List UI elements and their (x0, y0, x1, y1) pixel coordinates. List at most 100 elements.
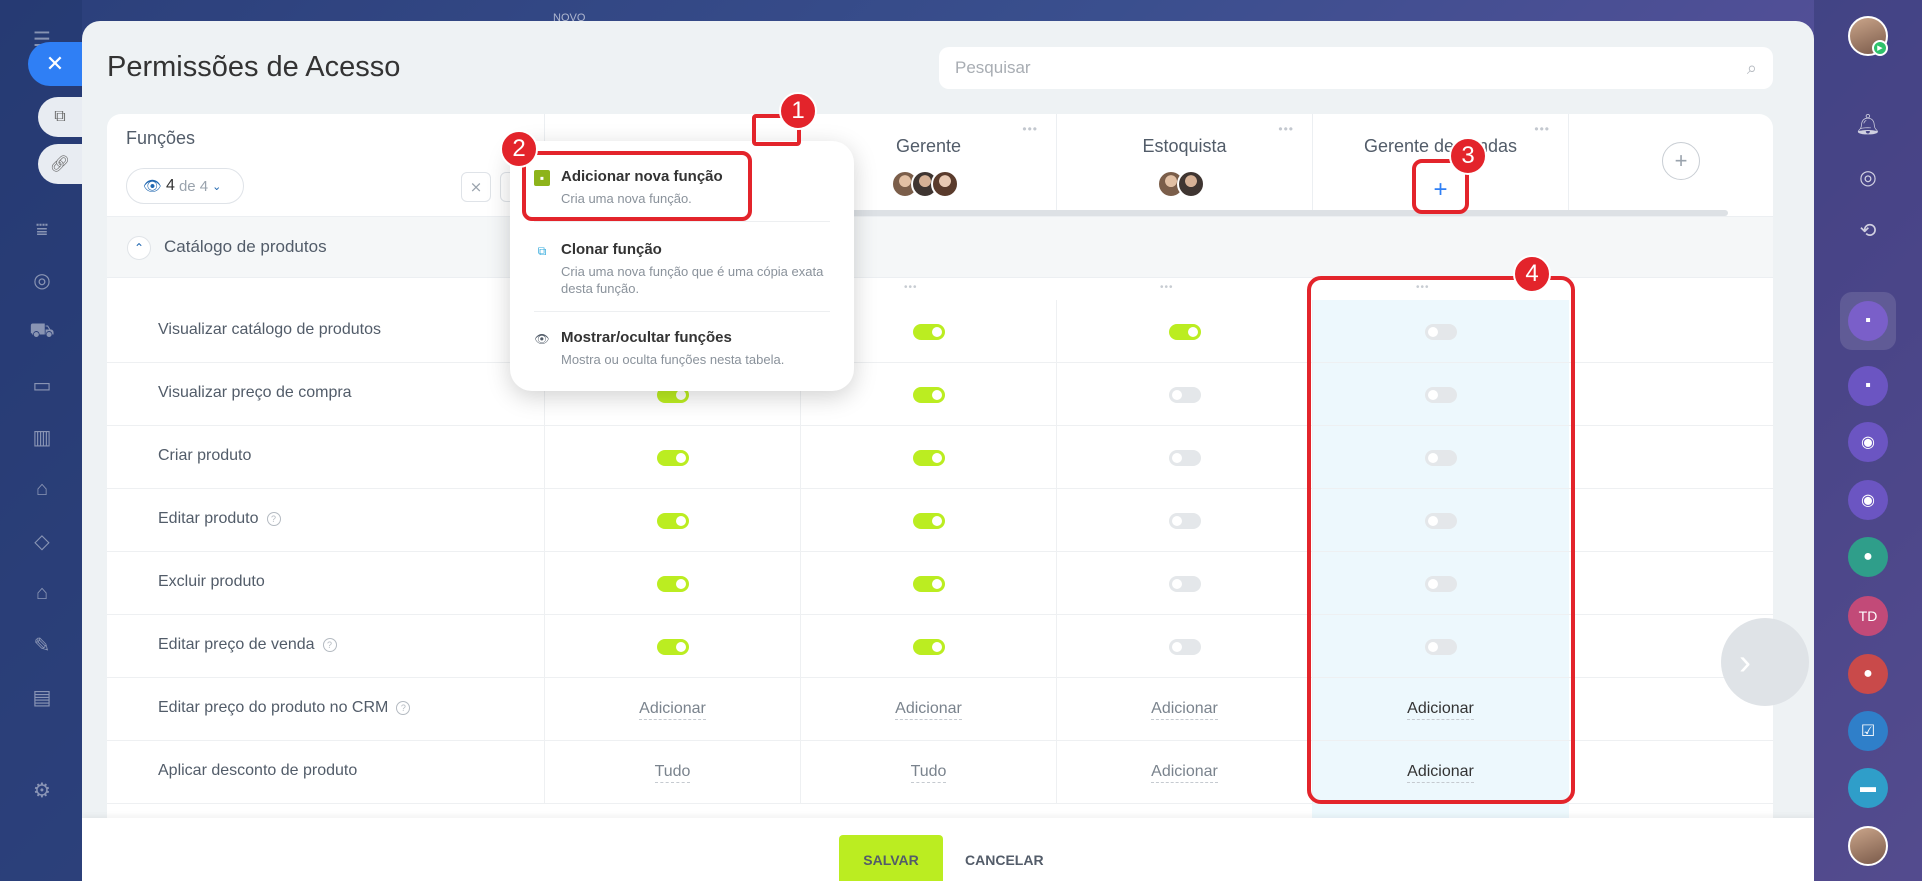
user-avatar[interactable] (1848, 826, 1888, 866)
permission-label: Visualizar preço de compra (158, 384, 352, 402)
close-slider-button[interactable]: ✕ (28, 42, 82, 86)
target-icon[interactable]: ◎ (27, 265, 57, 295)
permission-toggle[interactable] (1168, 575, 1201, 592)
permission-toggle[interactable] (912, 323, 945, 340)
card-icon[interactable]: ▭ (27, 370, 57, 400)
permission-value-link[interactable]: Tudo (654, 763, 691, 783)
more-icon[interactable]: ••• (904, 282, 918, 293)
permission-cell (544, 552, 800, 615)
edit-icon[interactable]: ✎ (27, 630, 57, 660)
document-icon[interactable]: ▤ (27, 682, 57, 712)
chart-circle-icon[interactable]: ◉ (1848, 422, 1888, 462)
permission-toggle[interactable] (656, 638, 689, 655)
help-icon[interactable]: ? (396, 701, 411, 715)
permission-toggle[interactable] (656, 575, 689, 592)
permission-label-text: Visualizar catálogo de produtos (158, 321, 381, 338)
filter-icon[interactable]: ⩸ (27, 215, 57, 245)
annotation-badge-1: 1 (779, 92, 817, 130)
search-icon[interactable]: ⌕ (1747, 58, 1757, 79)
permission-cell (544, 426, 800, 489)
chevron-down-icon: ⌄ (212, 180, 222, 193)
more-icon[interactable]: ••• (1278, 122, 1294, 136)
permission-toggle[interactable] (912, 449, 945, 466)
role-members[interactable] (1057, 170, 1312, 198)
copy-link-button[interactable]: 🔗︎ (38, 144, 82, 184)
permission-value-link[interactable]: Adicionar (1151, 700, 1218, 720)
group-icon[interactable]: ● (1848, 537, 1888, 577)
sync-icon[interactable]: ⟲ (1848, 210, 1888, 250)
robot-icon[interactable]: ⌂ (27, 474, 57, 504)
permission-label-text: Criar produto (158, 447, 252, 464)
permission-value-link[interactable]: Tudo (910, 763, 947, 783)
permission-toggle[interactable] (912, 512, 945, 529)
permission-toggle[interactable] (912, 575, 945, 592)
chart-circle-icon[interactable]: ◉ (1848, 480, 1888, 520)
permission-toggle[interactable] (912, 638, 945, 655)
more-icon[interactable]: ••• (1160, 282, 1174, 293)
permission-toggle[interactable] (656, 449, 689, 466)
initials-avatar[interactable]: TD (1848, 596, 1888, 636)
permission-label-text: Editar produto (158, 510, 259, 527)
clone-icon: ⧉ (537, 243, 547, 258)
permission-label: Excluir produto (158, 573, 265, 591)
chevron-up-icon[interactable]: ⌃ (127, 236, 151, 260)
page-title: Permissões de Acesso (107, 51, 401, 83)
help-icon[interactable]: ? (322, 638, 337, 652)
permission-label: Editar produto? (158, 510, 281, 528)
cart-icon[interactable]: ⛟ (27, 317, 57, 347)
target-icon[interactable]: ◎ (1848, 157, 1888, 197)
scroll-right-button[interactable]: › (1721, 618, 1809, 706)
permission-toggle[interactable] (1168, 449, 1201, 466)
plus-icon: + (1674, 148, 1688, 173)
contact-icon[interactable]: ▪ (1848, 366, 1888, 406)
external-link-icon: ⧉ (54, 108, 66, 125)
permission-cell (544, 615, 800, 678)
contact-icon[interactable]: ▪ (1848, 301, 1888, 341)
permission-toggle[interactable] (912, 386, 945, 403)
role-name: Gerente de vendas (1363, 136, 1518, 156)
task-icon[interactable]: ☑ (1848, 711, 1888, 751)
annotation-badge-3: 3 (1449, 137, 1487, 175)
permission-value-link[interactable]: Adicionar (639, 700, 706, 720)
collapse-all-button[interactable]: ⨯ (461, 172, 491, 202)
permission-value-link[interactable]: Adicionar (895, 700, 962, 720)
eye-icon: 👁︎ (534, 332, 550, 346)
role-column-header[interactable]: ••• Estoquista (1056, 114, 1312, 216)
more-icon[interactable]: ••• (1534, 122, 1550, 136)
chart-icon[interactable]: ▥ (27, 422, 57, 452)
annotation-box-4 (1307, 276, 1575, 804)
save-button[interactable]: SALVAR (839, 835, 943, 881)
search-bar[interactable]: ⌕ (939, 47, 1773, 89)
user-avatar[interactable]: ▶ (1848, 16, 1888, 56)
settings-icon[interactable]: ⚙ (27, 775, 57, 805)
bell-icon[interactable]: 🔔︎ (1848, 104, 1888, 144)
group-icon[interactable]: ● (1848, 654, 1888, 694)
more-icon[interactable]: ••• (1022, 122, 1038, 136)
permission-label-text: Visualizar preço de compra (158, 384, 352, 401)
right-sidebar: ▶ 🔔︎ ◎ ⟲ ▪ ▪ ◉ ◉ ● TD ● ☑ ▬ (1814, 0, 1922, 881)
add-role-button[interactable]: + (1662, 142, 1700, 180)
close-icon: ✕ (45, 51, 65, 76)
menu-item-title: Clonar função (561, 241, 662, 258)
chat-icon[interactable]: ▬ (1848, 768, 1888, 808)
search-input[interactable] (955, 58, 1747, 78)
permission-value-link[interactable]: Adicionar (1151, 763, 1218, 783)
permission-toggle[interactable] (1168, 323, 1201, 340)
permission-toggle[interactable] (1168, 512, 1201, 529)
permission-cell (1056, 300, 1312, 363)
visible-roles-selector[interactable]: 👁︎ 4 de 4 ⌄ (126, 168, 244, 204)
permission-label: Visualizar catálogo de produtos (158, 321, 381, 339)
avatar (930, 170, 959, 198)
open-in-new-window-button[interactable]: ⧉ (38, 97, 82, 137)
permission-label: Editar preço de venda? (158, 636, 337, 654)
section-title: Catálogo de produtos (164, 237, 327, 256)
permission-cell: Adicionar (1056, 678, 1312, 741)
warehouse-icon[interactable]: ⌂ (27, 578, 57, 608)
permission-toggle[interactable] (1168, 386, 1201, 403)
permission-cell (800, 426, 1056, 489)
cancel-button[interactable]: CANCELAR (965, 835, 1044, 881)
permission-toggle[interactable] (1168, 638, 1201, 655)
permission-toggle[interactable] (656, 512, 689, 529)
box-icon[interactable]: ◇ (27, 526, 57, 556)
help-icon[interactable]: ? (266, 512, 281, 526)
